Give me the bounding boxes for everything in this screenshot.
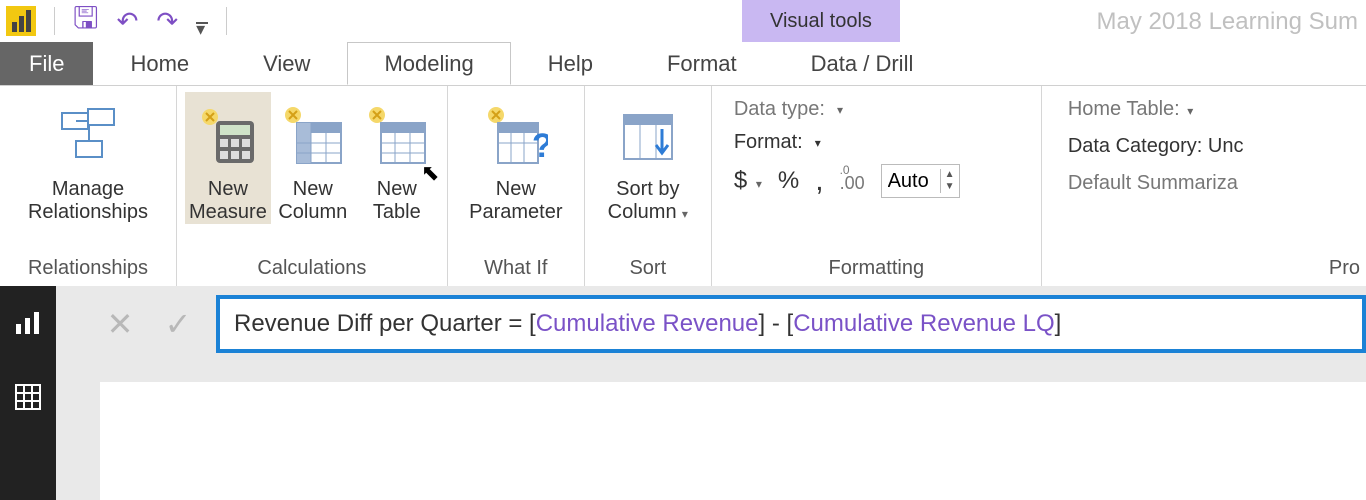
data-type-dropdown[interactable]: Data type: ▾ (734, 98, 1019, 121)
new-table-label: New Table (373, 178, 421, 224)
ribbon: Manage Relationships Relationships New M… (0, 86, 1366, 286)
formula-measure-ref-1: Cumulative Revenue (536, 310, 759, 338)
format-label: Format: (734, 131, 803, 154)
group-label-properties: Pro (1042, 255, 1366, 286)
chevron-down-icon: ▾ (1187, 104, 1193, 118)
svg-text:?: ? (532, 127, 548, 165)
group-label-whatif: What If (448, 255, 584, 286)
report-view-icon[interactable] (14, 310, 42, 345)
new-measure-icon (196, 102, 260, 172)
ribbon-tabstrip: File Home View Modeling Help Format Data… (0, 42, 1366, 86)
group-relationships: Manage Relationships Relationships (0, 86, 177, 286)
new-parameter-button[interactable]: ? New Parameter (456, 92, 576, 224)
formula-measure-ref-2: Cumulative Revenue LQ (793, 310, 1054, 338)
separator (54, 7, 55, 35)
formula-commit-button[interactable]: ✓ (158, 305, 198, 343)
sort-by-column-button[interactable]: Sort by Column ▾ (593, 92, 703, 224)
new-column-icon (281, 102, 345, 172)
currency-format-button[interactable]: $ ▾ (734, 167, 762, 195)
undo-icon[interactable]: ↶ (117, 6, 139, 37)
left-view-rail (0, 286, 56, 500)
sort-by-column-label: Sort by Column ▾ (608, 178, 688, 224)
group-calculations: New Measure New Column New Table ⬉ Calcu… (177, 86, 448, 286)
format-dropdown[interactable]: Format: ▾ (734, 131, 1019, 154)
report-canvas[interactable] (100, 382, 1366, 500)
group-properties: Home Table: ▾ Data Category: Unc Default… (1042, 86, 1366, 286)
data-type-label: Data type: (734, 98, 825, 121)
tab-format[interactable]: Format (630, 42, 774, 85)
new-table-button[interactable]: New Table (355, 92, 439, 224)
group-label-formatting: Formatting (712, 255, 1041, 286)
decimal-places-stepper[interactable]: ▲▼ (881, 164, 960, 198)
group-sort: Sort by Column ▾ Sort (585, 86, 712, 286)
formula-bar[interactable]: Revenue Diff per Quarter = [Cumulative R… (216, 295, 1366, 353)
default-summarization-label: Default Summariza (1068, 172, 1238, 194)
sort-icon (616, 102, 680, 172)
new-table-icon (365, 102, 429, 172)
formula-bar-row: ✕ ✓ Revenue Diff per Quarter = [Cumulati… (100, 294, 1366, 354)
new-measure-button[interactable]: New Measure (185, 92, 271, 224)
home-table-label: Home Table: (1068, 98, 1180, 120)
save-icon[interactable]: 🖫 (73, 0, 99, 47)
formula-text-suffix: ] (1055, 310, 1062, 338)
tab-modeling[interactable]: Modeling (347, 42, 510, 85)
home-table-dropdown[interactable]: Home Table: ▾ (1068, 98, 1358, 121)
group-label-sort: Sort (585, 255, 711, 286)
work-area: ✕ ✓ Revenue Diff per Quarter = [Cumulati… (0, 286, 1366, 500)
group-formatting: Data type: ▾ Format: ▾ $ ▾ % , .0.00 ▲▼ (712, 86, 1042, 286)
thousands-separator-button[interactable]: , (815, 164, 823, 198)
quick-access-toolbar: 🖫 ↶ ↷ ▾ (54, 0, 227, 47)
data-category-label: Data Category: Unc (1068, 135, 1244, 157)
new-column-label: New Column (278, 178, 347, 224)
spinner-up-icon[interactable]: ▲ (941, 169, 959, 181)
formula-text-prefix: Revenue Diff per Quarter = [ (234, 310, 536, 338)
data-view-icon[interactable] (14, 383, 42, 418)
tab-file[interactable]: File (0, 42, 93, 85)
customize-qat-icon[interactable]: ▾ (196, 19, 208, 24)
canvas-area: ✕ ✓ Revenue Diff per Quarter = [Cumulati… (56, 286, 1366, 500)
new-column-button[interactable]: New Column (271, 92, 355, 224)
separator (226, 7, 227, 35)
app-logo-icon (6, 6, 36, 36)
group-label-calculations: Calculations (177, 255, 447, 286)
manage-relationships-button[interactable]: Manage Relationships (8, 92, 168, 224)
chevron-down-icon: ▾ (815, 136, 821, 150)
chevron-down-icon: ▾ (837, 103, 843, 117)
tab-help[interactable]: Help (511, 42, 630, 85)
group-label-relationships: Relationships (0, 255, 176, 286)
default-summarization-dropdown[interactable]: Default Summariza (1068, 172, 1358, 195)
new-parameter-icon: ? (484, 102, 548, 172)
contextual-tab-visual-tools: Visual tools (742, 0, 900, 42)
relationships-icon (56, 102, 120, 172)
tab-data-drill[interactable]: Data / Drill (774, 42, 951, 85)
decimal-places-icon: .0.00 (840, 168, 865, 194)
chevron-down-icon: ▾ (756, 177, 762, 191)
chevron-down-icon: ▾ (679, 207, 688, 221)
data-category-dropdown[interactable]: Data Category: Unc (1068, 135, 1358, 158)
percent-format-button[interactable]: % (778, 167, 799, 195)
new-measure-label: New Measure (189, 178, 267, 224)
document-title: May 2018 Learning Sum (1097, 8, 1359, 36)
formula-cancel-button[interactable]: ✕ (100, 305, 140, 343)
formula-text-mid: ] - [ (759, 310, 794, 338)
manage-relationships-label: Manage Relationships (28, 178, 148, 224)
tab-view[interactable]: View (226, 42, 347, 85)
group-whatif: ? New Parameter What If (448, 86, 585, 286)
tab-home[interactable]: Home (93, 42, 226, 85)
spinner-down-icon[interactable]: ▼ (941, 181, 959, 193)
title-bar: 🖫 ↶ ↷ ▾ Visual tools May 2018 Learning S… (0, 0, 1366, 42)
decimal-places-input[interactable] (882, 168, 940, 195)
new-parameter-label: New Parameter (469, 178, 562, 224)
redo-icon[interactable]: ↷ (156, 6, 178, 37)
